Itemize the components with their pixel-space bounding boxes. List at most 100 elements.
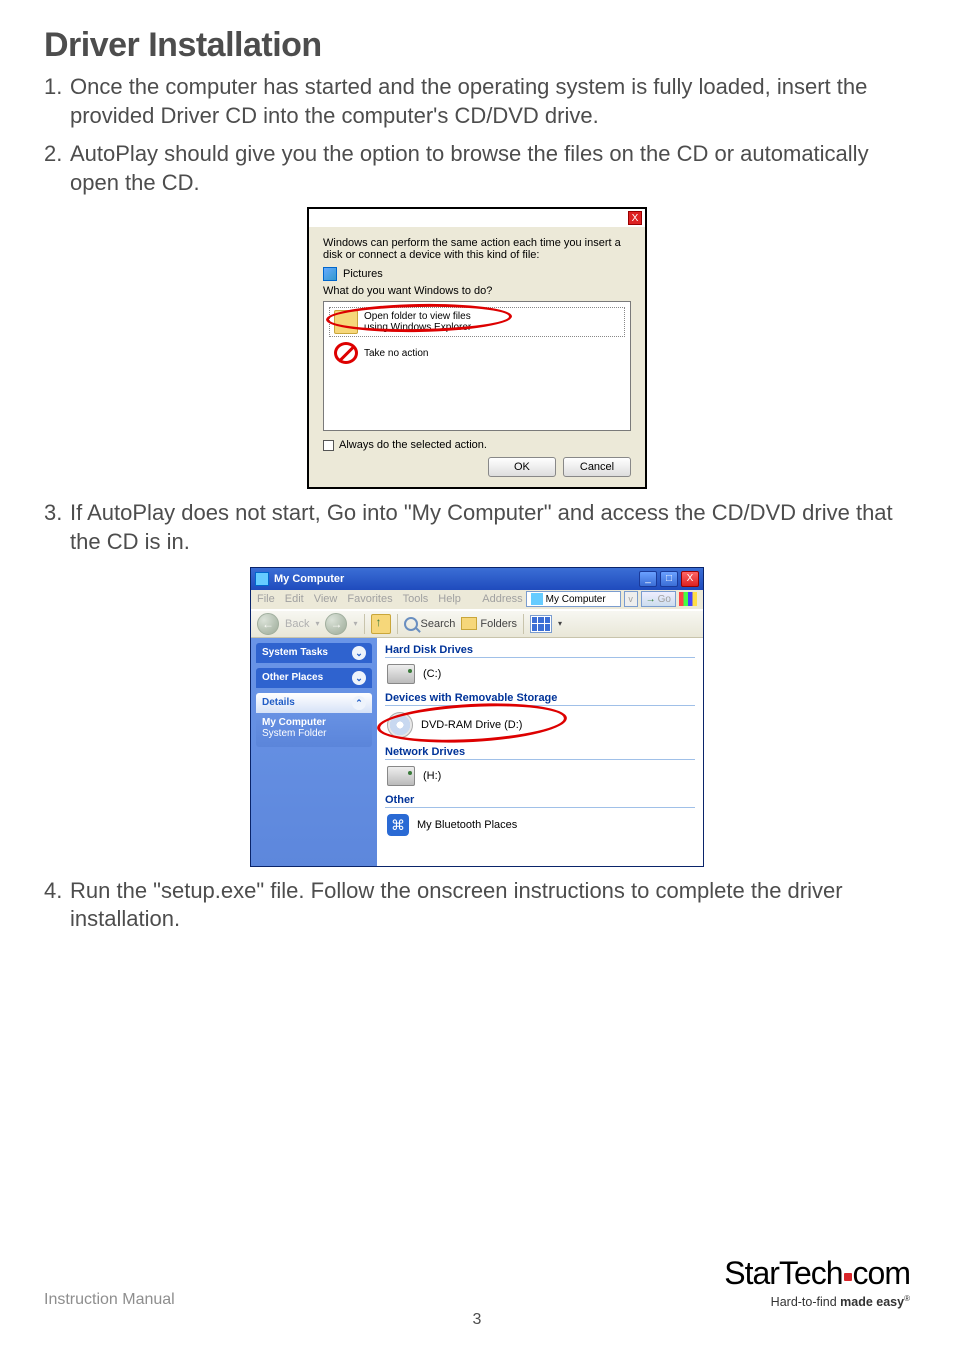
- autoplay-dialog: X Windows can perform the same action ea…: [307, 207, 647, 489]
- pictures-icon: [323, 267, 337, 281]
- ok-button[interactable]: OK: [488, 457, 556, 477]
- sidebar-header-system-tasks[interactable]: System Tasks ⌄: [256, 643, 372, 663]
- go-button[interactable]: → Go: [641, 591, 676, 607]
- menu-edit[interactable]: Edit: [285, 593, 304, 605]
- drive-item-h[interactable]: (H:): [385, 760, 695, 792]
- network-drive-icon: [387, 766, 415, 786]
- section-hard-disk-drives: Hard Disk Drives: [385, 644, 695, 658]
- step-text: Once the computer has started and the op…: [70, 73, 910, 130]
- content-type-label: Pictures: [343, 268, 383, 280]
- separator: [523, 614, 524, 634]
- sidebar-header-label: Details: [262, 697, 295, 708]
- dropdown-arrow-icon[interactable]: ▾: [353, 619, 357, 628]
- steps-list: 4. Run the "setup.exe" file. Follow the …: [44, 877, 910, 934]
- tagline-b: made easy: [840, 1295, 904, 1309]
- options-listbox[interactable]: Open folder to view files using Windows …: [323, 301, 631, 431]
- chevron-icon: ⌃: [352, 696, 366, 710]
- folders-button[interactable]: Folders: [461, 617, 517, 630]
- checkbox-icon[interactable]: [323, 440, 334, 451]
- maximize-button[interactable]: □: [660, 571, 678, 587]
- forward-button[interactable]: →: [325, 613, 347, 635]
- sidebar-panel-tasks: System Tasks ⌄: [256, 643, 372, 663]
- figure-my-computer: My Computer _ □ X File Edit View Favorit…: [44, 567, 910, 867]
- steps-list: 3. If AutoPlay does not start, Go into "…: [44, 499, 910, 556]
- menu-tools[interactable]: Tools: [403, 593, 429, 605]
- address-bar[interactable]: My Computer: [526, 591, 621, 607]
- steps-list: 1. Once the computer has started and the…: [44, 73, 910, 197]
- hard-drive-icon: [387, 664, 415, 684]
- dropdown-arrow-icon[interactable]: ▾: [315, 619, 319, 628]
- drive-item-c[interactable]: (C:): [385, 658, 695, 690]
- section-removable-storage: Devices with Removable Storage: [385, 692, 695, 706]
- my-computer-icon: [255, 572, 269, 586]
- my-computer-icon: [531, 593, 543, 605]
- back-button[interactable]: ←: [257, 613, 279, 635]
- minimize-button[interactable]: _: [639, 571, 657, 587]
- always-checkbox-row[interactable]: Always do the selected action.: [323, 439, 631, 451]
- step-text: Run the "setup.exe" file. Follow the ons…: [70, 877, 910, 934]
- menu-file[interactable]: File: [257, 593, 275, 605]
- windows-flag-icon: [679, 592, 697, 606]
- item-label: My Bluetooth Places: [417, 819, 517, 831]
- folder-icon: [461, 617, 477, 630]
- menu-view[interactable]: View: [314, 593, 338, 605]
- cancel-button[interactable]: Cancel: [563, 457, 631, 477]
- up-folder-button[interactable]: [371, 614, 391, 634]
- address-dropdown-icon[interactable]: v: [624, 591, 638, 607]
- toolbar: ← Back ▾ → ▾ Search Folders ▾: [251, 610, 703, 638]
- close-button[interactable]: X: [681, 571, 699, 587]
- search-icon: [404, 617, 418, 631]
- my-computer-window: My Computer _ □ X File Edit View Favorit…: [250, 567, 704, 867]
- dialog-prompt: What do you want Windows to do?: [323, 285, 631, 297]
- views-button[interactable]: [530, 615, 552, 633]
- brand-name-b: com: [853, 1255, 910, 1291]
- menu-bar: File Edit View Favorites Tools Help Addr…: [251, 590, 703, 610]
- brand-name-a: StarTech: [724, 1255, 842, 1291]
- window-titlebar: My Computer _ □ X: [251, 568, 703, 590]
- figure-autoplay: X Windows can perform the same action ea…: [44, 207, 910, 489]
- go-label: Go: [658, 594, 671, 605]
- search-button[interactable]: Search: [404, 617, 456, 631]
- option-label: Open folder to view files: [364, 311, 471, 322]
- bluetooth-icon: ⌘: [387, 814, 409, 836]
- dvd-drive-icon: [387, 712, 413, 738]
- step-number: 1.: [44, 73, 70, 130]
- checkbox-label: Always do the selected action.: [339, 439, 487, 451]
- option-take-no-action[interactable]: Take no action: [330, 340, 624, 366]
- address-label: Address: [482, 593, 522, 605]
- drive-label: (C:): [423, 668, 441, 680]
- sidebar-header-other-places[interactable]: Other Places ⌄: [256, 668, 372, 688]
- no-action-icon: [334, 342, 358, 364]
- explorer-sidebar: System Tasks ⌄ Other Places ⌄ Details: [251, 638, 377, 866]
- sidebar-header-label: System Tasks: [262, 647, 328, 658]
- footer-label: Instruction Manual: [44, 1291, 175, 1309]
- option-open-folder[interactable]: Open folder to view files using Windows …: [330, 308, 624, 336]
- dialog-message: Windows can perform the same action each…: [323, 237, 631, 261]
- step-text: AutoPlay should give you the option to b…: [70, 140, 910, 197]
- dialog-titlebar: X: [309, 209, 645, 227]
- step-number: 4.: [44, 877, 70, 934]
- step-number: 3.: [44, 499, 70, 556]
- chevron-icon: ⌄: [352, 671, 366, 685]
- separator: [397, 614, 398, 634]
- back-label: Back: [285, 618, 309, 630]
- separator: [364, 614, 365, 634]
- explorer-main: Hard Disk Drives (C:) Devices with Remov…: [377, 638, 703, 866]
- sidebar-panel-places: Other Places ⌄: [256, 668, 372, 688]
- sidebar-header-details[interactable]: Details ⌃: [256, 693, 372, 713]
- drive-label: DVD-RAM Drive (D:): [421, 719, 522, 731]
- sidebar-header-label: Other Places: [262, 672, 323, 683]
- dropdown-arrow-icon[interactable]: ▾: [558, 619, 562, 628]
- close-icon[interactable]: X: [628, 211, 642, 225]
- brand-logo: StarTechcom Hard-to-find made easy®: [724, 1255, 910, 1309]
- page-footer: Instruction Manual StarTechcom Hard-to-f…: [44, 1255, 910, 1309]
- page-title: Driver Installation: [44, 26, 910, 65]
- item-bluetooth-places[interactable]: ⌘ My Bluetooth Places: [385, 808, 695, 842]
- menu-favorites[interactable]: Favorites: [347, 593, 392, 605]
- chevron-icon: ⌄: [352, 646, 366, 660]
- section-other: Other: [385, 794, 695, 808]
- step-number: 2.: [44, 140, 70, 197]
- window-title: My Computer: [274, 573, 636, 585]
- drive-item-dvd[interactable]: DVD-RAM Drive (D:): [385, 706, 695, 744]
- menu-help[interactable]: Help: [438, 593, 461, 605]
